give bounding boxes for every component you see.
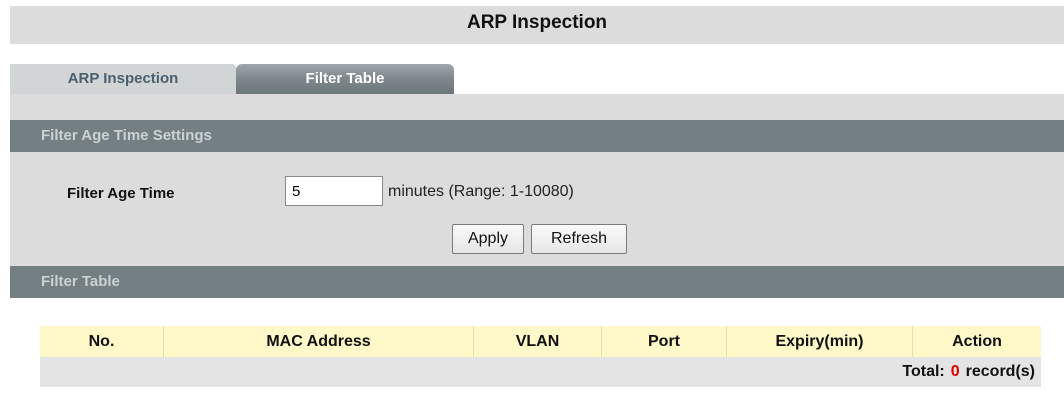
section-title: Filter Table xyxy=(41,273,120,290)
total-label: Total: xyxy=(902,363,945,380)
total-count: 0 xyxy=(950,363,960,380)
refresh-button[interactable]: Refresh xyxy=(531,224,627,254)
table-total-row: Total: 0 record(s) xyxy=(40,357,1041,387)
page-title: ARP Inspection xyxy=(10,6,1064,44)
section-title: Filter Age Time Settings xyxy=(41,127,212,144)
section-header-filter-age-time-settings: Filter Age Time Settings xyxy=(10,120,1064,152)
table-header-row: No. MAC Address VLAN Port Expiry(min) Ac… xyxy=(40,326,1041,357)
filter-age-time-label: Filter Age Time xyxy=(67,185,175,202)
section-header-filter-table: Filter Table xyxy=(10,266,1064,298)
tab-bar: ARP Inspection Filter Table xyxy=(10,64,1064,94)
tab-filter-table[interactable]: Filter Table xyxy=(236,64,454,94)
range-hint: minutes (Range: 1-10080) xyxy=(388,183,574,200)
column-header-action: Action xyxy=(952,333,1002,350)
column-header-mac-address: MAC Address xyxy=(164,326,474,357)
total-unit: record(s) xyxy=(965,363,1035,380)
column-header-no: No. xyxy=(40,326,164,357)
filter-table-area: No. MAC Address VLAN Port Expiry(min) Ac… xyxy=(10,298,1064,399)
filter-age-time-input[interactable] xyxy=(285,176,383,206)
column-header-expiry: Expiry(min) xyxy=(727,326,913,357)
tab-arp-inspection[interactable]: ARP Inspection xyxy=(10,64,236,94)
column-header-port: Port xyxy=(602,326,727,357)
apply-button[interactable]: Apply xyxy=(452,224,524,254)
content-panel: Filter Age Time Settings Filter Age Time… xyxy=(10,94,1064,399)
column-header-vlan: VLAN xyxy=(474,326,602,357)
